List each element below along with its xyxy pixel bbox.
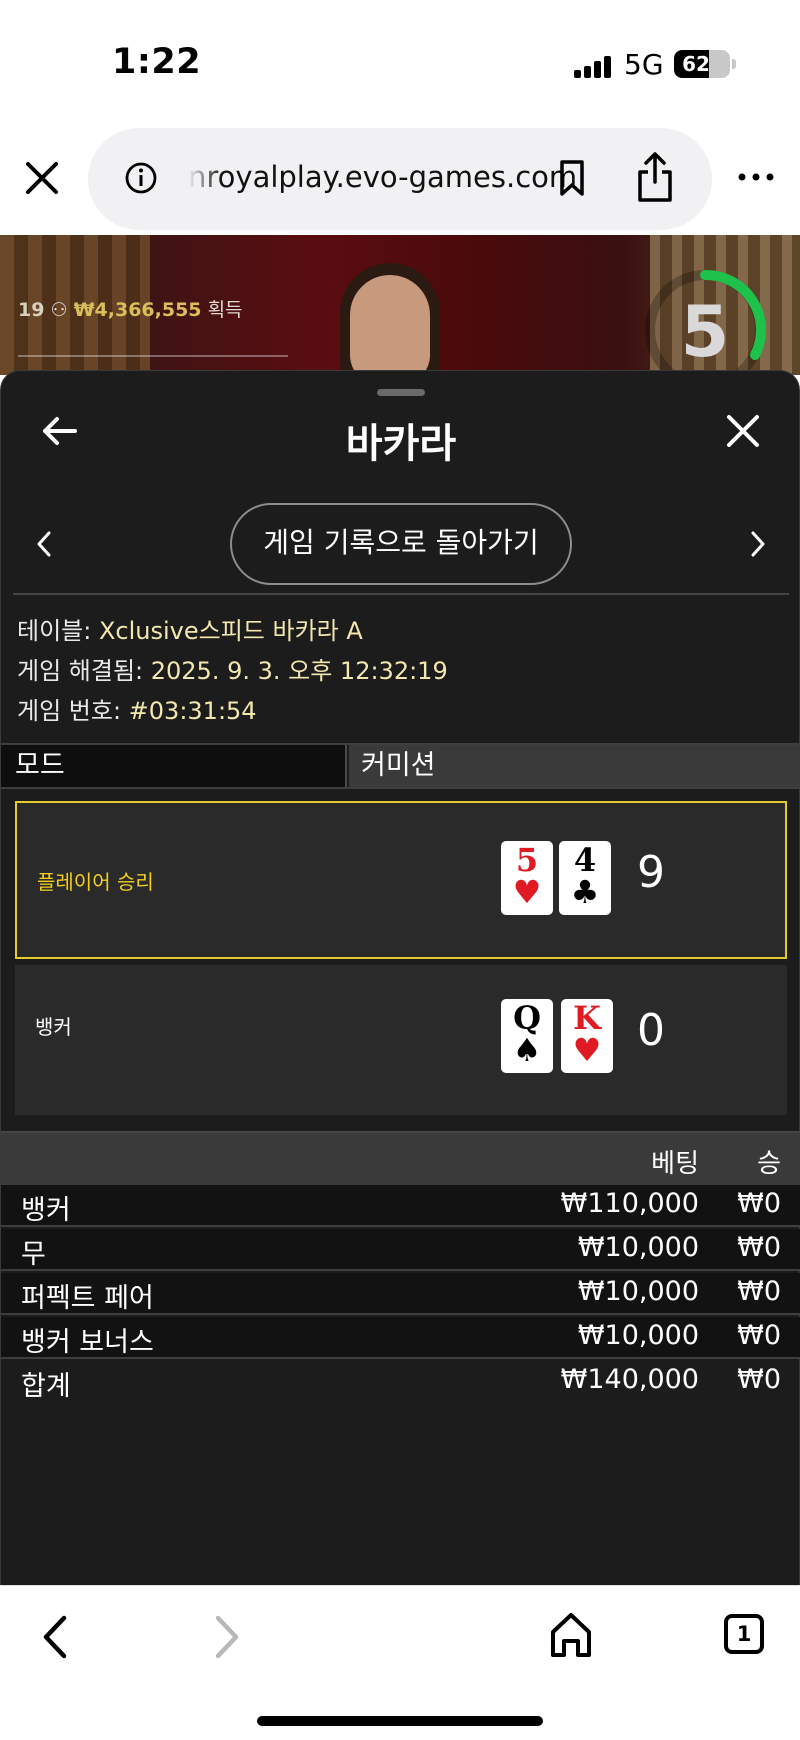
back-to-history-button[interactable]: 게임 기록으로 돌아가기 <box>230 503 572 585</box>
bet-row: 퍼펙트 페어 ₩10,000 ₩0 <box>1 1273 800 1315</box>
card-rank: Q <box>513 999 541 1037</box>
banker-result-label: 뱅커 <box>35 1014 72 1039</box>
battery-percent: 62 <box>682 52 710 76</box>
total-label: 합계 <box>21 1371 71 1402</box>
bet-amount: ₩110,000 <box>560 1188 699 1219</box>
card-suit: ♠ <box>512 1031 542 1069</box>
signal-icon <box>574 56 614 78</box>
close-icon[interactable] <box>725 413 761 449</box>
win-amount: ₩0 <box>737 1276 781 1307</box>
person-icon: ⚇ <box>50 299 68 321</box>
banker-card-2: K ♥ <box>561 999 613 1073</box>
bookmark-icon[interactable] <box>554 158 590 198</box>
live-video: 19 ⚇ ₩4,366,555 획득 5 <box>0 235 800 375</box>
bet-amount: ₩10,000 <box>577 1232 699 1263</box>
win-amount: ₩0 <box>737 1320 781 1351</box>
chevron-right-icon[interactable] <box>747 529 769 559</box>
total-win: ₩0 <box>737 1364 781 1395</box>
mode-row: 모드 커미션 <box>1 743 800 789</box>
info-icon[interactable] <box>124 161 158 195</box>
bet-name: 뱅커 보너스 <box>21 1327 154 1358</box>
url-fade <box>188 158 222 202</box>
more-icon[interactable] <box>736 170 776 184</box>
resolved-value: 2025. 9. 3. 오후 12:32:19 <box>150 657 448 685</box>
chevron-left-icon[interactable] <box>33 529 55 559</box>
card-suit: ♥ <box>572 1031 602 1069</box>
bet-name: 퍼펙트 페어 <box>21 1283 154 1314</box>
card-suit: ♣ <box>570 873 600 911</box>
forward-icon[interactable] <box>212 1612 244 1662</box>
bet-row: 뱅커 보너스 ₩10,000 ₩0 <box>1 1317 800 1359</box>
tabs-button[interactable]: 1 <box>724 1614 764 1654</box>
won-label: 획득 <box>207 299 243 321</box>
banker-score: 0 <box>637 1005 665 1056</box>
bet-row: 무 ₩10,000 ₩0 <box>1 1229 800 1271</box>
url-field[interactable]: nroyalplay.evo-games.com <box>88 128 712 230</box>
game-detail-panel: 바카라 게임 기록으로 돌아가기 테이블: Xclusive스피드 바카라 A … <box>0 370 800 1585</box>
battery-tip <box>732 59 736 69</box>
network-type: 5G <box>624 48 664 81</box>
resolved-label: 게임 해결됨: <box>17 657 151 685</box>
game-info: 테이블: Xclusive스피드 바카라 A 게임 해결됨: 2025. 9. … <box>17 611 448 731</box>
player-card-2: 4 ♣ <box>559 841 611 915</box>
bet-name: 뱅커 <box>21 1195 71 1226</box>
player-count: 19 <box>18 299 45 321</box>
bets-header: 베팅 승 <box>1 1131 800 1185</box>
total-bet: ₩140,000 <box>560 1364 699 1395</box>
mode-label: 모드 <box>1 745 347 787</box>
player-card-1: 5 ♥ <box>501 841 553 915</box>
player-result-label: 플레이어 승리 <box>37 869 154 894</box>
total-row: 합계 ₩140,000 ₩0 <box>1 1361 800 1405</box>
dealer <box>350 275 430 375</box>
bet-amount: ₩10,000 <box>577 1320 699 1351</box>
banker-card-1: Q ♠ <box>501 999 553 1073</box>
status-bar: 1:22 5G 62 <box>0 0 800 120</box>
card-suit: ♥ <box>512 873 542 911</box>
card-rank: K <box>573 999 601 1037</box>
home-icon[interactable] <box>548 1610 594 1660</box>
bet-amount: ₩10,000 <box>577 1276 699 1307</box>
status-time: 1:22 <box>112 42 202 82</box>
won-amount: ₩4,366,555 <box>73 299 202 321</box>
home-indicator <box>257 1716 543 1726</box>
win-amount: ₩0 <box>737 1188 781 1219</box>
game-number-label: 게임 번호: <box>17 697 129 725</box>
url-text: nroyalplay.evo-games.com <box>188 160 578 194</box>
browser-bar: nroyalplay.evo-games.com <box>0 120 800 235</box>
stats-divider <box>18 355 288 357</box>
winners-stat: 19 ⚇ ₩4,366,555 획득 <box>18 295 243 322</box>
card-rank: 5 <box>515 841 539 879</box>
battery-icon: 62 <box>674 50 730 78</box>
resolved-info: 게임 해결됨: 2025. 9. 3. 오후 12:32:19 <box>17 651 448 691</box>
banker-result: 뱅커 Q ♠ K ♥ 0 <box>15 965 787 1115</box>
table-info: 테이블: Xclusive스피드 바카라 A <box>17 611 448 651</box>
bet-name: 무 <box>21 1239 46 1270</box>
back-icon[interactable] <box>38 1612 70 1662</box>
table-label: 테이블: <box>17 617 99 645</box>
share-icon[interactable] <box>634 150 676 204</box>
game-number-value: #03:31:54 <box>128 697 257 725</box>
close-tab-icon[interactable] <box>22 158 62 198</box>
bet-row: 뱅커 ₩110,000 ₩0 <box>1 1185 800 1227</box>
player-result: 플레이어 승리 5 ♥ 4 ♣ 9 <box>15 801 787 959</box>
mode-value: 커미션 <box>349 745 800 787</box>
game-number-info: 게임 번호: #03:31:54 <box>17 691 448 731</box>
countdown-timer: 5 <box>680 291 730 373</box>
bet-column-header: 베팅 <box>651 1149 699 1179</box>
panel-title: 바카라 <box>345 421 457 467</box>
browser-toolbar: 1 <box>0 1585 800 1740</box>
card-rank: 4 <box>573 841 597 879</box>
win-column-header: 승 <box>757 1149 781 1179</box>
player-score: 9 <box>637 847 665 898</box>
win-amount: ₩0 <box>737 1232 781 1263</box>
table-value: Xclusive스피드 바카라 A <box>98 617 363 645</box>
divider <box>13 593 789 595</box>
sheet-grabber[interactable] <box>377 389 425 396</box>
